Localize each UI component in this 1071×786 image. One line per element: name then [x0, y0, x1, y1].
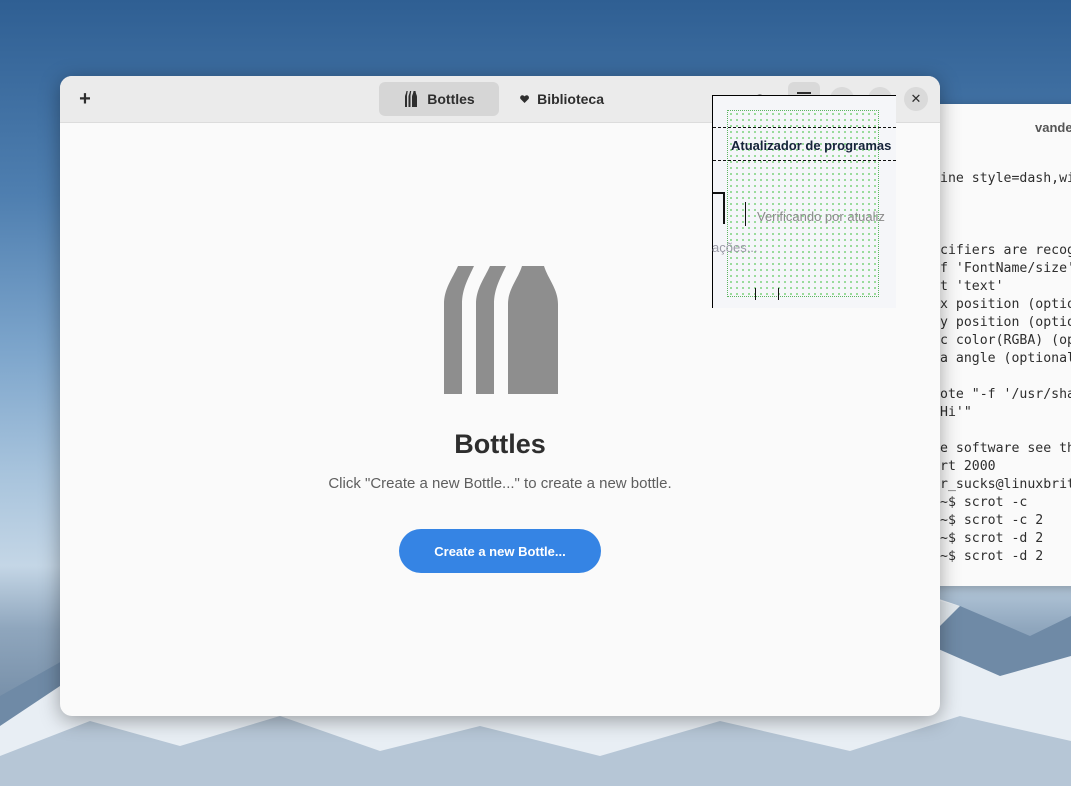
popover-title: Atualizador de programas — [731, 138, 892, 153]
terminal-line: r_sucks@linuxbrit — [940, 477, 1071, 492]
terminal-line: ine style=dash,wi — [940, 171, 1071, 186]
terminal-line: t 'text' — [940, 279, 1004, 294]
terminal-line: a angle (optional — [940, 351, 1071, 366]
popover-hook-artifact — [755, 288, 779, 300]
terminal-line: x position (optio — [940, 297, 1071, 312]
popover-bracket-artifact — [713, 192, 725, 224]
terminal-line: ~$ scrot -d 2 — [940, 549, 1044, 564]
terminal-line: f 'FontName/size' — [940, 261, 1071, 276]
popover-line-artifact — [745, 202, 746, 226]
terminal-line: c color(RGBA) (op — [940, 333, 1071, 348]
create-new-bottle-button[interactable]: Create a new Bottle... — [399, 529, 601, 573]
tab-biblioteca[interactable]: Biblioteca — [506, 82, 618, 116]
terminal-line: rt 2000 — [940, 459, 996, 474]
terminal-line: cifiers are recog — [940, 243, 1071, 258]
program-updater-popover[interactable]: Atualizador de programas Verificando por… — [712, 95, 896, 308]
terminal-line: y position (optio — [940, 315, 1071, 330]
tab-bottles[interactable]: Bottles — [379, 82, 499, 116]
tab-biblioteca-label: Biblioteca — [537, 91, 604, 107]
terminal-output: ine style=dash,wi cifiers are recog f 'Fo… — [940, 170, 1071, 566]
close-button[interactable]: ✕ — [904, 87, 928, 111]
terminal-line: ote "-f '/usr/sha — [940, 387, 1071, 402]
empty-state-description: Click "Create a new Bottle..." to create… — [328, 475, 672, 492]
terminal-line: Hi'" — [940, 405, 972, 420]
stray-status-text: ações... — [712, 240, 758, 255]
popover-divider — [713, 160, 896, 161]
heart-icon — [520, 95, 529, 103]
bottles-icon — [405, 91, 418, 107]
terminal-title: vande — [1035, 120, 1071, 135]
terminal-line: ~$ scrot -d 2 — [940, 531, 1044, 546]
update-status-text: Verificando por atualiz — [757, 209, 885, 224]
terminal-line: ~$ scrot -c — [940, 495, 1028, 510]
empty-state-title: Bottles — [454, 429, 546, 459]
bottles-empty-state-icon — [444, 266, 558, 394]
close-icon: ✕ — [910, 91, 922, 106]
add-bottle-button[interactable]: + — [70, 84, 100, 114]
terminal-line: e software see th — [940, 441, 1071, 456]
tab-bottles-label: Bottles — [427, 91, 475, 107]
terminal-line: ~$ scrot -c 2 — [940, 513, 1044, 528]
popover-divider — [713, 127, 896, 128]
